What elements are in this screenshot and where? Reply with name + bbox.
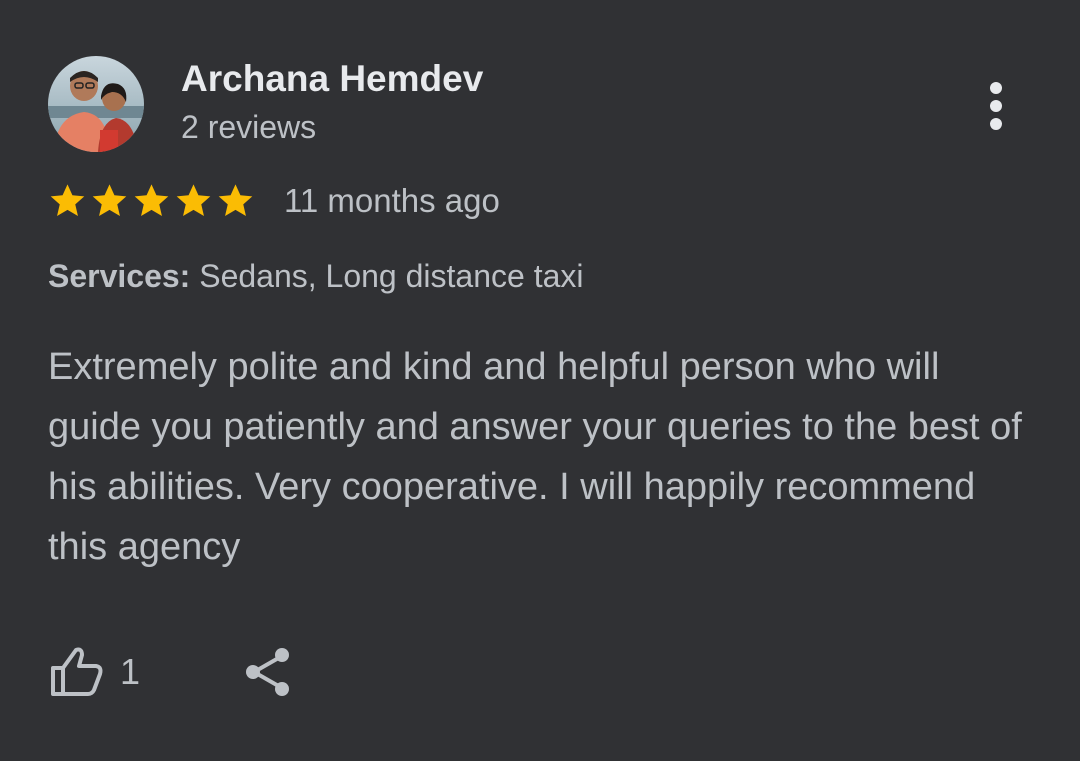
star-icon xyxy=(218,184,253,217)
rating-row: 11 months ago xyxy=(48,178,500,224)
services-line: Services: Sedans, Long distance taxi xyxy=(48,258,583,295)
share-button[interactable] xyxy=(244,646,292,698)
review-time: 11 months ago xyxy=(284,182,500,219)
review-text: Extremely polite and kind and helpful pe… xyxy=(48,346,1022,568)
star-icon xyxy=(176,184,211,217)
share-icon xyxy=(246,648,290,696)
like-count: 1 xyxy=(120,651,141,692)
star-rating xyxy=(48,182,258,220)
reviewer-name[interactable]: Archana Hemdev xyxy=(181,58,483,100)
like-button[interactable]: 1 xyxy=(48,646,140,698)
services-label: Services: xyxy=(48,258,191,294)
review-actions: 1 xyxy=(48,640,292,704)
avatar-photo-icon xyxy=(48,56,144,152)
more-options-button[interactable] xyxy=(972,76,1020,136)
more-vert-icon xyxy=(990,82,1002,130)
reviewer-review-count: 2 reviews xyxy=(181,109,317,145)
reviewer-avatar[interactable] xyxy=(48,56,144,152)
star-icon xyxy=(92,184,127,217)
review-card: Archana Hemdev 2 reviews 11 months ago S… xyxy=(0,0,1080,761)
thumbs-up-icon xyxy=(51,647,103,696)
star-icon xyxy=(134,184,169,217)
star-icon xyxy=(50,184,85,217)
services-value: Sedans, Long distance taxi xyxy=(199,258,584,294)
